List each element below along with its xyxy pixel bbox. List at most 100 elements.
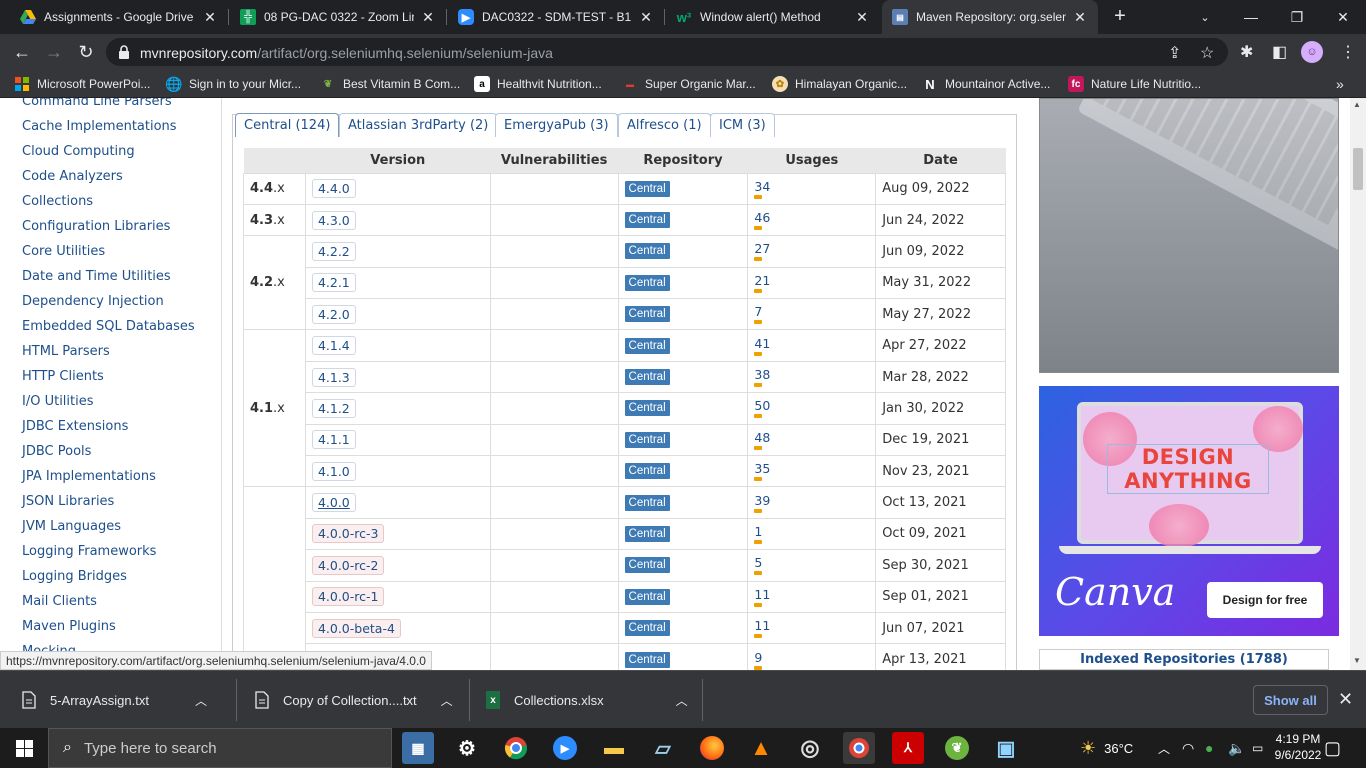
obs-icon[interactable]: ◎ [794, 732, 826, 764]
page-scrollbar[interactable]: ▲ ▼ [1350, 98, 1366, 670]
sidebar-item-dependency-injection[interactable]: Dependency Injection [22, 294, 164, 309]
version-link[interactable]: 4.1.1 [311, 430, 356, 450]
pdf-reader-icon[interactable]: ⅄ [892, 732, 924, 764]
repository-badge[interactable]: Central [624, 400, 670, 417]
file-explorer-icon[interactable]: ▬ [598, 732, 630, 764]
download-item[interactable]: x Collections.xlsx ︿ [486, 671, 688, 729]
tab-atlassian[interactable]: Atlassian 3rdParty (2) [339, 113, 498, 137]
scroll-up-icon[interactable]: ▲ [1353, 100, 1361, 109]
bookmark-item[interactable]: a Healthvit Nutrition... [474, 75, 602, 93]
usages-link[interactable]: 9 [754, 650, 763, 670]
sidebar-item-cloud-computing[interactable]: Cloud Computing [22, 144, 135, 159]
weather-widget[interactable]: ☀ 36°C [1080, 728, 1133, 768]
sidebar-item-logging-bridges[interactable]: Logging Bridges [22, 569, 127, 584]
sidebar-item-jvm-languages[interactable]: JVM Languages [22, 519, 121, 534]
usages-link[interactable]: 46 [754, 210, 770, 231]
design-for-free-button[interactable]: Design for free [1207, 582, 1323, 618]
version-link[interactable]: 4.0.0-rc-2 [311, 555, 385, 575]
canva-ad[interactable]: DESIGN ANYTHING Canva Design for free [1039, 386, 1339, 636]
more-bookmarks-icon[interactable]: » [1336, 75, 1344, 93]
version-link[interactable]: 4.0.0-rc-3 [311, 524, 385, 544]
tab-google-drive[interactable]: Assignments - Google Drive ✕ [10, 0, 228, 34]
notepad-icon[interactable]: ▱ [647, 732, 679, 764]
sidebar-item-core-utilities[interactable]: Core Utilities [22, 244, 105, 259]
sidebar-item-logging-frameworks[interactable]: Logging Frameworks [22, 544, 156, 559]
sidebar-item-maven-plugins[interactable]: Maven Plugins [22, 619, 116, 634]
repository-badge[interactable]: Central [624, 212, 670, 229]
download-item[interactable]: 5-ArrayAssign.txt ︿ [22, 671, 207, 729]
version-link[interactable]: 4.0.0-beta-4 [311, 618, 401, 638]
forward-icon[interactable]: → [42, 40, 66, 64]
version-link[interactable]: 4.2.1 [311, 273, 356, 293]
close-window-icon[interactable]: ✕ [1320, 0, 1366, 34]
side-panel-icon[interactable]: ◧ [1272, 42, 1287, 62]
version-link[interactable]: 4.3.0 [311, 210, 356, 230]
sidebar-item-collections[interactable]: Collections [22, 194, 93, 209]
sidebar-item-command-line-parsers[interactable]: Command Line Parsers [22, 98, 172, 109]
repository-badge[interactable]: Central [624, 431, 670, 448]
version-link[interactable]: 4.1.2 [311, 398, 356, 418]
download-item[interactable]: Copy of Collection....txt ︿ [255, 671, 453, 729]
show-all-button[interactable]: Show all [1253, 685, 1328, 715]
profile-avatar[interactable]: ☺ [1301, 41, 1323, 63]
settings-gear-icon[interactable]: ⚙ [451, 732, 483, 764]
version-link[interactable]: 4.4.0 [311, 179, 356, 199]
version-link[interactable]: 4.1.0 [311, 461, 356, 481]
taskbar-clock[interactable]: 4:19 PM 9/6/2022 [1272, 731, 1324, 763]
repository-badge[interactable]: Central [624, 337, 670, 354]
tab-alfresco[interactable]: Alfresco (1) [618, 113, 711, 137]
sidebar-item-date-and-time-utilities[interactable]: Date and Time Utilities [22, 269, 171, 284]
usages-link[interactable]: 41 [754, 336, 770, 356]
usages-link[interactable]: 1 [754, 524, 763, 544]
sidebar-item-embedded-sql-databases[interactable]: Embedded SQL Databases [22, 319, 195, 334]
repository-badge[interactable]: Central [624, 369, 670, 386]
reload-icon[interactable]: ↻ [74, 40, 98, 64]
usages-link[interactable]: 34 [754, 179, 770, 199]
usages-link[interactable]: 11 [754, 618, 770, 639]
repository-badge[interactable]: Central [624, 243, 670, 260]
repository-badge[interactable]: Central [624, 620, 670, 637]
chevron-up-icon[interactable]: ︿ [195, 692, 207, 709]
security-icon[interactable]: ● [1205, 728, 1213, 768]
taskbar-search-input[interactable]: ⌕ Type here to search [48, 728, 392, 768]
repository-badge[interactable]: Central [624, 588, 670, 605]
tray-chevron-up-icon[interactable]: ︿ [1158, 728, 1170, 768]
bookmark-item[interactable]: fc Nature Life Nutritio... [1068, 75, 1201, 93]
sidebar-item-cache-implementations[interactable]: Cache Implementations [22, 119, 177, 134]
version-link[interactable]: 4.2.2 [311, 241, 356, 261]
close-tab-icon[interactable]: ✕ [854, 9, 870, 26]
chevron-up-icon[interactable]: ︿ [441, 692, 453, 709]
repository-badge[interactable]: Central [624, 651, 670, 668]
bookmark-item[interactable]: ❦ Best Vitamin B Com... [320, 75, 460, 93]
tab-central[interactable]: Central (124) [235, 113, 340, 137]
sidebar-item-jpa-implementations[interactable]: JPA Implementations [22, 469, 156, 484]
sidebar-item-i-o-utilities[interactable]: I/O Utilities [22, 394, 94, 409]
volume-icon[interactable]: 🔈 [1228, 728, 1245, 768]
address-bar[interactable]: mvnrepository.com/artifact/org.seleniumh… [106, 38, 1228, 66]
version-link[interactable]: 4.0.0 [311, 493, 356, 513]
bookmark-item[interactable]: ✿ Himalayan Organic... [772, 75, 907, 93]
back-icon[interactable]: ← [10, 40, 34, 64]
sidebar-item-jdbc-extensions[interactable]: JDBC Extensions [22, 419, 128, 434]
usages-link[interactable]: 48 [754, 430, 770, 450]
wifi-icon[interactable]: ◠ [1182, 728, 1194, 768]
close-tab-icon[interactable]: ✕ [420, 9, 436, 26]
sidebar-item-jdbc-pools[interactable]: JDBC Pools [22, 444, 91, 459]
usages-link[interactable]: 27 [754, 241, 770, 262]
repository-badge[interactable]: Central [624, 180, 670, 197]
version-link[interactable]: 4.2.0 [311, 304, 356, 324]
repository-badge[interactable]: Central [624, 557, 670, 574]
tab-emergyapub[interactable]: EmergyaPub (3) [495, 113, 618, 137]
spring-tool-icon[interactable]: ❦ [941, 732, 973, 764]
sidebar-item-mail-clients[interactable]: Mail Clients [22, 594, 97, 609]
version-link[interactable]: 4.1.4 [311, 336, 356, 356]
remote-desktop-icon[interactable]: ▣ [990, 732, 1022, 764]
usages-link[interactable]: 21 [754, 273, 770, 293]
bookmark-item[interactable]: 🌐 Sign in to your Micr... [165, 75, 301, 93]
usages-link[interactable]: 50 [754, 398, 770, 419]
sidebar-item-configuration-libraries[interactable]: Configuration Libraries [22, 219, 170, 234]
indexed-repositories-link[interactable]: Indexed Repositories (1788) [1039, 649, 1329, 670]
repository-badge[interactable]: Central [624, 494, 670, 511]
sidebar-item-html-parsers[interactable]: HTML Parsers [22, 344, 110, 359]
tab-zoom-link[interactable]: ╬ 08 PG-DAC 0322 - Zoom Link ✕ [230, 0, 446, 34]
